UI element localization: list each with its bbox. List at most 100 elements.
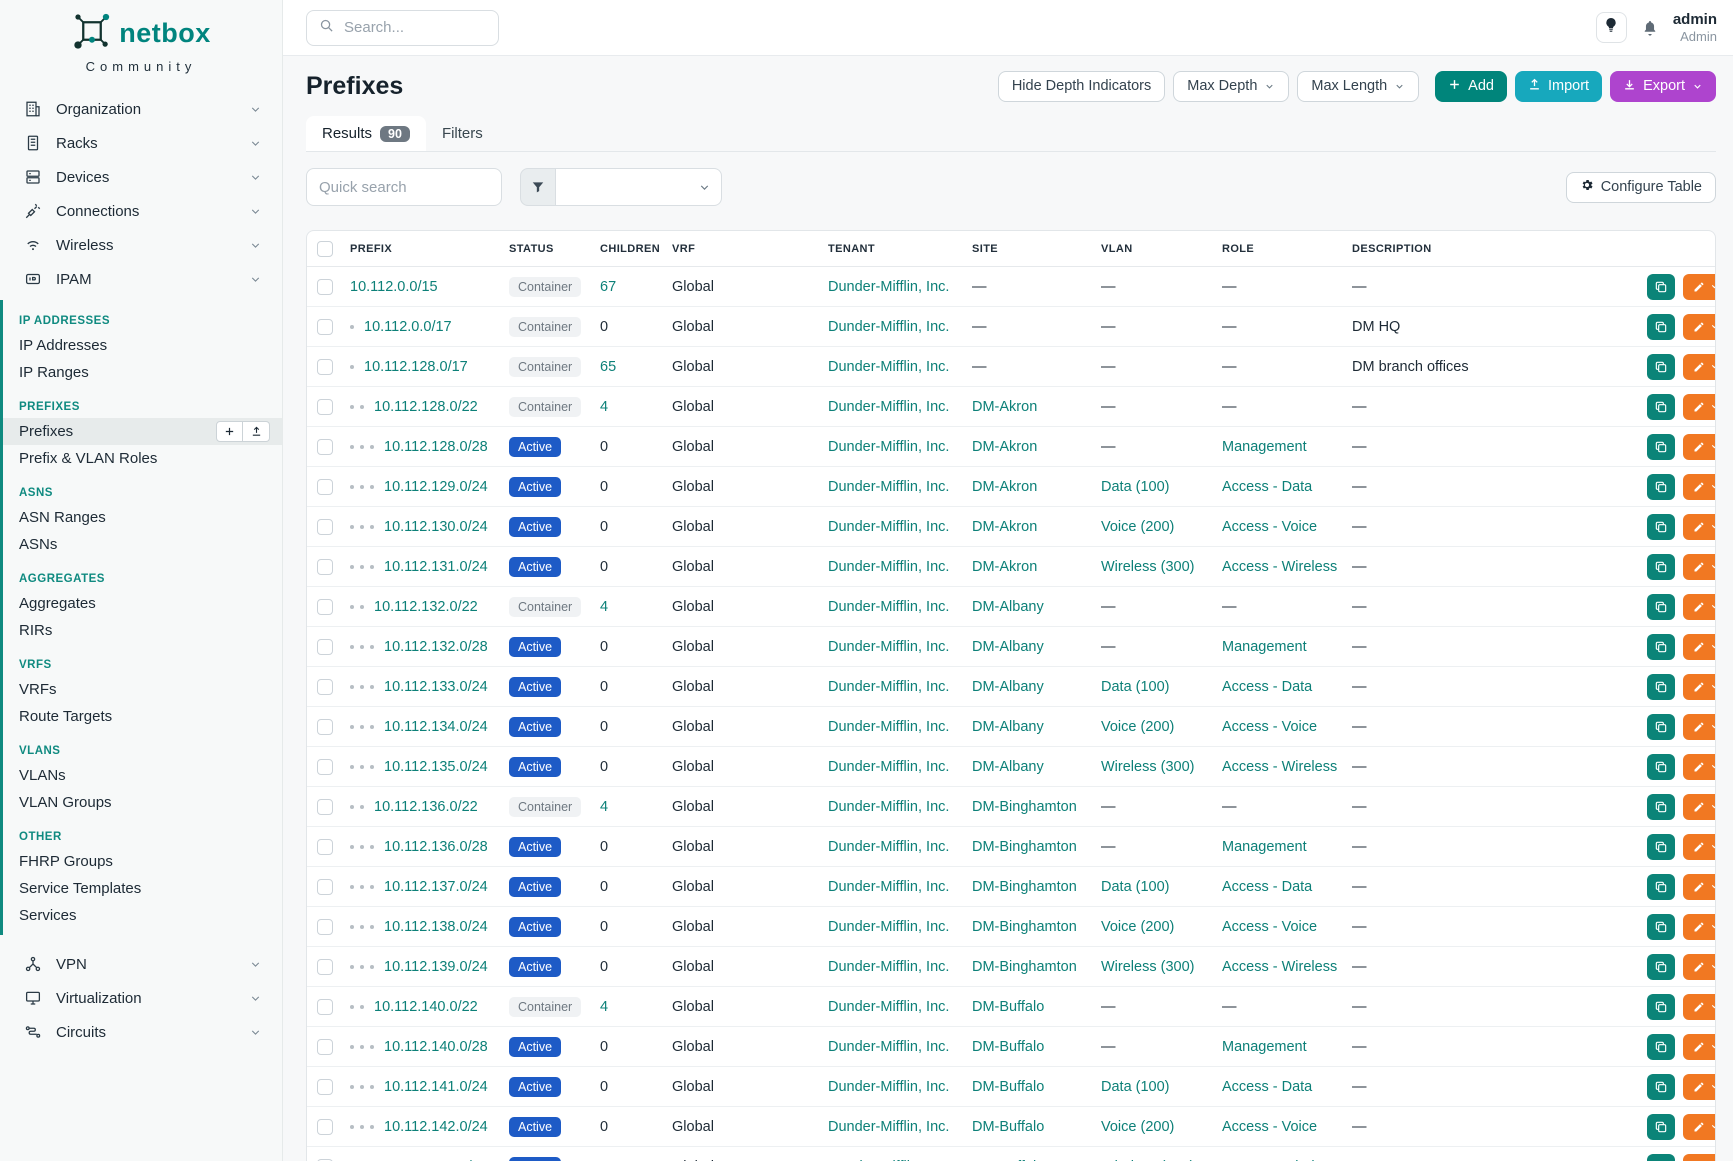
children-count[interactable]: 0 (592, 1067, 664, 1107)
row-checkbox[interactable] (317, 959, 333, 975)
role-cell[interactable]: Management (1214, 427, 1344, 467)
sidebar-item-aggregates[interactable]: Aggregates (3, 590, 282, 617)
edit-button[interactable] (1683, 274, 1716, 300)
sidebar-item-services[interactable]: Services (3, 902, 282, 929)
role-cell[interactable]: Access - Data (1214, 667, 1344, 707)
site-cell[interactable]: DM-Akron (964, 427, 1093, 467)
copy-button[interactable] (1647, 794, 1675, 820)
sidebar-item-asn-ranges[interactable]: ASN Ranges (3, 504, 282, 531)
copy-button[interactable] (1647, 1114, 1675, 1140)
sidebar-item-service-templates[interactable]: Service Templates (3, 875, 282, 902)
tenant-link[interactable]: Dunder-Mifflin, Inc. (828, 479, 949, 495)
role-cell[interactable]: Access - Voice (1214, 507, 1344, 547)
import-button[interactable]: Import (1515, 71, 1602, 102)
sidebar-nav-wireless[interactable]: Wireless (0, 228, 282, 262)
tenant-link[interactable]: Dunder-Mifflin, Inc. (828, 1039, 949, 1055)
quick-search-input[interactable] (306, 168, 502, 206)
row-checkbox[interactable] (317, 919, 333, 935)
sidebar-nav-devices[interactable]: Devices (0, 160, 282, 194)
role-cell[interactable]: — (1214, 267, 1344, 307)
tenant-link[interactable]: Dunder-Mifflin, Inc. (828, 359, 949, 375)
prefix-link[interactable]: 10.112.134.0/24 (384, 719, 488, 735)
tenant-link[interactable]: Dunder-Mifflin, Inc. (828, 759, 949, 775)
edit-button[interactable] (1683, 314, 1716, 340)
copy-button[interactable] (1647, 314, 1675, 340)
children-count[interactable]: 0 (592, 427, 664, 467)
tenant-link[interactable]: Dunder-Mifflin, Inc. (828, 799, 949, 815)
vlan-cell[interactable]: — (1093, 427, 1214, 467)
copy-button[interactable] (1647, 634, 1675, 660)
sidebar-item-prefix-vlan-roles[interactable]: Prefix & VLAN Roles (3, 445, 282, 472)
vlan-cell[interactable]: — (1093, 307, 1214, 347)
add-prefix-button[interactable] (216, 421, 243, 442)
children-count[interactable]: 65 (592, 347, 664, 387)
column-header-tenant[interactable]: TENANT (820, 231, 964, 267)
role-cell[interactable]: Access - Wireless (1214, 947, 1344, 987)
sidebar-nav-organization[interactable]: Organization (0, 92, 282, 126)
edit-button[interactable] (1683, 594, 1716, 620)
theme-toggle-button[interactable] (1596, 12, 1627, 43)
copy-button[interactable] (1647, 274, 1675, 300)
role-cell[interactable]: Access - Data (1214, 467, 1344, 507)
site-cell[interactable]: DM-Buffalo (964, 1107, 1093, 1147)
site-cell[interactable]: DM-Binghamton (964, 787, 1093, 827)
row-checkbox[interactable] (317, 999, 333, 1015)
site-cell[interactable]: DM-Binghamton (964, 947, 1093, 987)
row-checkbox[interactable] (317, 319, 333, 335)
prefix-link[interactable]: 10.112.138.0/24 (384, 919, 488, 935)
prefix-link[interactable]: 10.112.128.0/22 (374, 399, 478, 415)
children-count[interactable]: 67 (592, 267, 664, 307)
prefix-link[interactable]: 10.112.0.0/15 (350, 279, 438, 295)
configure-table-button[interactable]: Configure Table (1566, 172, 1716, 203)
tenant-link[interactable]: Dunder-Mifflin, Inc. (828, 719, 949, 735)
vlan-cell[interactable]: Wireless (300) (1093, 747, 1214, 787)
children-count[interactable]: 0 (592, 1107, 664, 1147)
row-checkbox[interactable] (317, 279, 333, 295)
copy-button[interactable] (1647, 754, 1675, 780)
children-count[interactable]: 0 (592, 627, 664, 667)
sidebar-nav-connections[interactable]: Connections (0, 194, 282, 228)
role-cell[interactable]: — (1214, 587, 1344, 627)
prefix-link[interactable]: 10.112.141.0/24 (384, 1079, 488, 1095)
hide-depth-indicators-button[interactable]: Hide Depth Indicators (998, 71, 1165, 102)
role-cell[interactable]: — (1214, 347, 1344, 387)
row-checkbox[interactable] (317, 759, 333, 775)
role-cell[interactable]: Access - Voice (1214, 1107, 1344, 1147)
prefix-link[interactable]: 10.112.139.0/24 (384, 959, 488, 975)
column-header-vlan[interactable]: VLAN (1093, 231, 1214, 267)
children-count[interactable]: 0 (592, 547, 664, 587)
role-cell[interactable]: Access - Data (1214, 867, 1344, 907)
prefix-link[interactable]: 10.112.135.0/24 (384, 759, 488, 775)
children-count[interactable]: 0 (592, 467, 664, 507)
role-cell[interactable]: Management (1214, 1027, 1344, 1067)
row-checkbox[interactable] (317, 839, 333, 855)
notifications-bell-icon[interactable] (1641, 19, 1659, 37)
row-checkbox[interactable] (317, 639, 333, 655)
site-cell[interactable]: DM-Albany (964, 707, 1093, 747)
vlan-cell[interactable]: Data (100) (1093, 1067, 1214, 1107)
edit-button[interactable] (1683, 994, 1716, 1020)
tenant-link[interactable]: Dunder-Mifflin, Inc. (828, 319, 949, 335)
prefix-link[interactable]: 10.112.130.0/24 (384, 519, 488, 535)
prefix-link[interactable]: 10.112.0.0/17 (364, 319, 452, 335)
site-cell[interactable]: DM-Albany (964, 667, 1093, 707)
copy-button[interactable] (1647, 474, 1675, 500)
edit-button[interactable] (1683, 634, 1716, 660)
row-checkbox[interactable] (317, 1079, 333, 1095)
copy-button[interactable] (1647, 874, 1675, 900)
children-count[interactable]: 0 (592, 667, 664, 707)
children-count[interactable]: 0 (592, 747, 664, 787)
children-count[interactable]: 0 (592, 507, 664, 547)
prefix-link[interactable]: 10.112.128.0/17 (364, 359, 468, 375)
select-all-checkbox[interactable] (317, 241, 333, 257)
edit-button[interactable] (1683, 474, 1716, 500)
prefix-link[interactable]: 10.112.132.0/28 (384, 639, 488, 655)
copy-button[interactable] (1647, 594, 1675, 620)
prefix-link[interactable]: 10.112.133.0/24 (384, 679, 488, 695)
tab-filters[interactable]: Filters (426, 116, 499, 151)
max-length-dropdown[interactable]: Max Length (1297, 71, 1419, 102)
sidebar-item-vlans[interactable]: VLANs (3, 762, 282, 789)
role-cell[interactable]: Access - Voice (1214, 707, 1344, 747)
sidebar-nav-virtualization[interactable]: Virtualization (0, 981, 282, 1015)
children-count[interactable]: 4 (592, 987, 664, 1027)
